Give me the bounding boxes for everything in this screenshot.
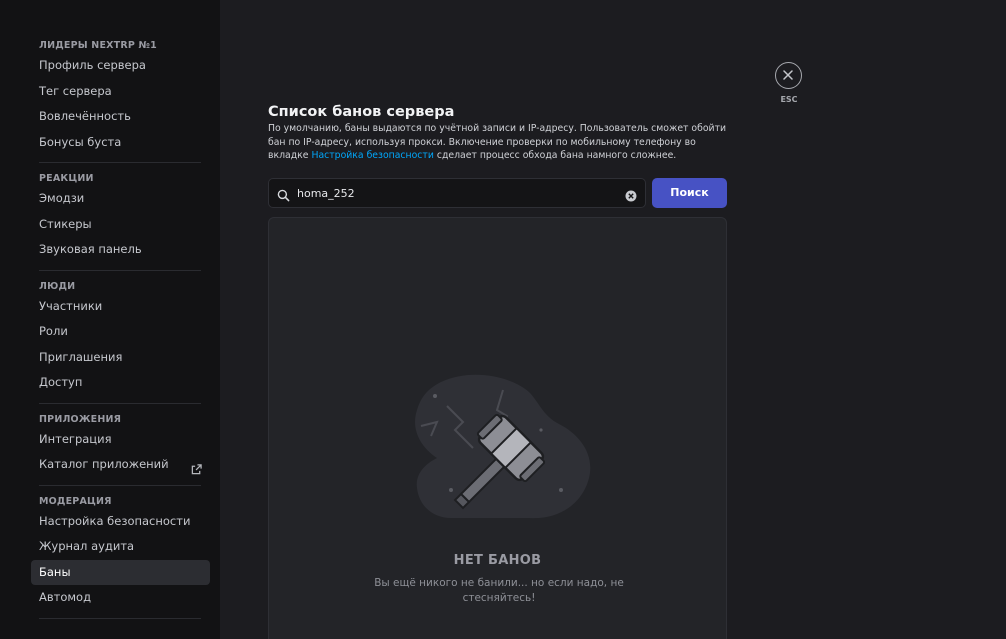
empty-state-title: НЕТ БАНОВ bbox=[453, 553, 542, 568]
esc-label: ESC bbox=[780, 95, 798, 104]
sidebar-item-safety-setup[interactable]: Настройка безопасности bbox=[31, 509, 210, 535]
sidebar-item-app-directory[interactable]: Каталог приложений bbox=[31, 452, 210, 478]
sidebar-item-audit-log[interactable]: Журнал аудита bbox=[31, 534, 210, 560]
search-input[interactable] bbox=[297, 183, 617, 203]
settings-content: Список банов сервера По умолчанию, баны … bbox=[220, 0, 1006, 639]
section-header-people: ЛЮДИ bbox=[39, 280, 76, 292]
ban-hammer-icon bbox=[411, 370, 597, 524]
section-header-apps: ПРИЛОЖЕНИЯ bbox=[39, 413, 122, 425]
external-link-icon bbox=[191, 459, 202, 485]
sidebar-divider bbox=[39, 402, 201, 404]
sidebar-item-server-tag[interactable]: Тег сервера bbox=[31, 79, 210, 105]
ban-list-panel: НЕТ БАНОВ Вы ещё никого не банили... но … bbox=[268, 217, 727, 639]
sidebar-item-automod[interactable]: Автомод bbox=[31, 585, 210, 611]
section-header-moderation: МОДЕРАЦИЯ bbox=[39, 495, 112, 507]
sidebar-item-stickers[interactable]: Стикеры bbox=[31, 212, 210, 238]
sidebar-item-invites[interactable]: Приглашения bbox=[31, 345, 210, 371]
sidebar-item-engagement[interactable]: Вовлечённость bbox=[31, 104, 210, 130]
sidebar-item-integrations[interactable]: Интеграция bbox=[31, 427, 210, 453]
section-header-server: ЛИДЕРЫ NEXTRP №1 bbox=[39, 40, 157, 51]
search-button[interactable]: Поиск bbox=[652, 178, 727, 208]
safety-setup-link[interactable]: Настройка безопасности bbox=[311, 150, 433, 161]
sidebar-item-access[interactable]: Доступ bbox=[31, 370, 210, 396]
sidebar-divider bbox=[39, 484, 201, 486]
sidebar-item-boost-perks[interactable]: Бонусы буста bbox=[31, 130, 210, 156]
sidebar-item-label: Каталог приложений bbox=[39, 457, 169, 471]
sidebar-divider bbox=[39, 269, 201, 271]
sidebar-divider bbox=[39, 617, 201, 619]
description-text-end: сделает процесс обхода бана намного слож… bbox=[433, 150, 677, 161]
search-icon bbox=[277, 187, 290, 206]
empty-state-text: Вы ещё никого не банили... но если надо,… bbox=[374, 577, 624, 604]
close-icon bbox=[783, 70, 793, 80]
sidebar-item-emoji[interactable]: Эмодзи bbox=[31, 186, 210, 212]
settings-sidebar: ЛИДЕРЫ NEXTRP №1 Профиль сервера Тег сер… bbox=[0, 0, 220, 639]
sidebar-divider bbox=[39, 162, 201, 163]
ban-search-field[interactable] bbox=[268, 178, 646, 208]
sidebar-item-members[interactable]: Участники bbox=[31, 294, 210, 320]
clear-search-icon[interactable] bbox=[625, 187, 637, 206]
page-title: Список банов сервера bbox=[268, 104, 455, 120]
close-button[interactable] bbox=[775, 62, 802, 89]
sidebar-item-server-profile[interactable]: Профиль сервера bbox=[31, 53, 210, 79]
section-header-reactions: РЕАКЦИИ bbox=[39, 173, 94, 184]
page-description: По умолчанию, баны выдаются по учётной з… bbox=[268, 122, 728, 163]
sidebar-item-bans[interactable]: Баны bbox=[31, 559, 210, 585]
sidebar-item-roles[interactable]: Роли bbox=[31, 319, 210, 345]
sidebar-item-soundboard[interactable]: Звуковая панель bbox=[31, 237, 210, 263]
